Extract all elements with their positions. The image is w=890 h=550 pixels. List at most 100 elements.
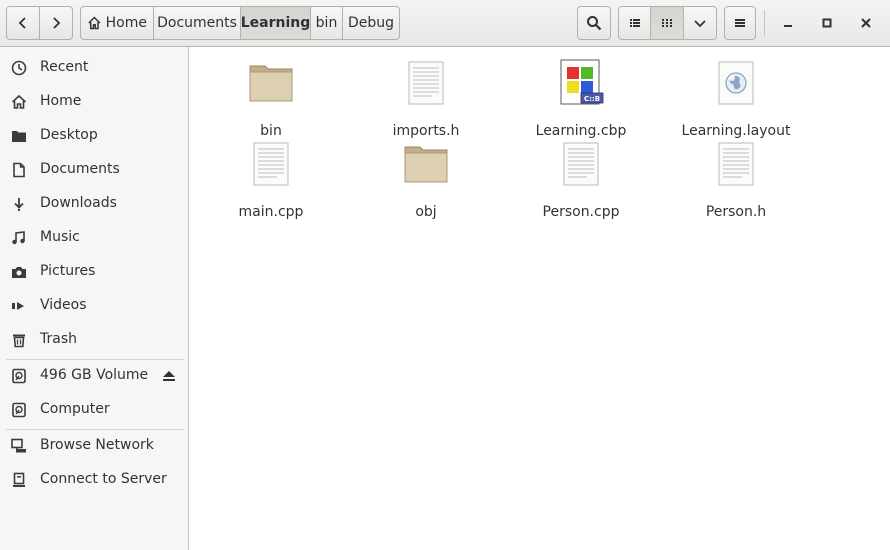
computer-icon: [12, 402, 26, 418]
sidebar-item-computer[interactable]: Computer: [0, 393, 188, 427]
text-file-icon: [253, 142, 289, 186]
sidebar-item-label: Music: [40, 229, 80, 245]
forward-button[interactable]: [39, 6, 73, 40]
breadcrumb-home[interactable]: Home: [80, 6, 154, 40]
breadcrumb-bin[interactable]: bin: [310, 6, 343, 40]
file-name: main.cpp: [238, 204, 304, 220]
sidebar-item-label: 496 GB Volume: [40, 367, 149, 383]
file-name: Learning.cbp: [535, 123, 627, 139]
grid-view-button[interactable]: [650, 6, 684, 40]
header-bar: Home Documents Learning bin Debug: [0, 0, 890, 47]
folder-icon: [12, 131, 26, 142]
drive-icon: [12, 368, 26, 384]
home-icon: [11, 94, 27, 109]
video-icon: [12, 302, 24, 310]
sidebar-item-label: Downloads: [40, 195, 117, 211]
clock-icon: [11, 60, 27, 76]
trash-icon: [13, 334, 25, 348]
file-name: obj: [415, 204, 437, 220]
folder-icon: [249, 65, 293, 102]
view-options-button[interactable]: [683, 6, 717, 40]
menu-button[interactable]: [724, 6, 756, 40]
text-file-icon: [718, 142, 754, 186]
breadcrumb-learning[interactable]: Learning: [240, 6, 311, 40]
sidebar-item-music[interactable]: Music: [0, 221, 188, 255]
sidebar-item-recent[interactable]: Recent: [0, 51, 188, 85]
sidebar-item-label: Recent: [40, 59, 89, 75]
server-icon: [13, 472, 25, 487]
eject-icon[interactable]: [162, 369, 176, 383]
sidebar-item-label: Browse Network: [40, 437, 154, 453]
breadcrumb-debug[interactable]: Debug: [342, 6, 400, 40]
file-name: Person.h: [705, 204, 767, 220]
list-view-button[interactable]: [618, 6, 651, 40]
file-item-main-cpp[interactable]: main.cpp: [201, 140, 341, 220]
folder-icon: [404, 146, 448, 183]
music-icon: [12, 231, 25, 245]
sidebar-item-label: Computer: [40, 401, 110, 417]
file-item-obj[interactable]: obj: [356, 140, 496, 220]
breadcrumb-label: Debug: [347, 15, 395, 31]
back-button[interactable]: [6, 6, 40, 40]
network-icon: [11, 438, 26, 453]
minimize-button[interactable]: [775, 10, 801, 36]
document-icon: [13, 162, 25, 178]
sidebar-item-label: Pictures: [40, 263, 96, 279]
breadcrumb-label: bin: [315, 15, 338, 31]
breadcrumb-label: Learning: [240, 15, 311, 31]
sidebar-item-desktop[interactable]: Desktop: [0, 119, 188, 153]
file-view: bin imports.h C::B Learning.cbp Learning…: [190, 47, 890, 550]
home-icon: [88, 16, 101, 30]
file-item-person-cpp[interactable]: Person.cpp: [511, 140, 651, 220]
sidebar-item-label: Desktop: [40, 127, 98, 143]
sidebar-item-label: Videos: [40, 297, 87, 313]
file-name: imports.h: [392, 123, 460, 139]
minimize-icon: [784, 25, 792, 27]
chevron-left-icon: [18, 17, 26, 29]
sidebar-item-browse-network[interactable]: Browse Network: [0, 429, 188, 463]
close-button[interactable]: [853, 10, 879, 36]
grid-view-icon: [662, 19, 672, 27]
breadcrumb-label: Documents: [157, 15, 237, 31]
sidebar-item-pictures[interactable]: Pictures: [0, 255, 188, 289]
sidebar-item-connect-to-server[interactable]: Connect to Server: [0, 463, 188, 497]
sidebar-item-home[interactable]: Home: [0, 85, 188, 119]
file-name: Learning.layout: [681, 123, 791, 139]
file-item-learning-layout[interactable]: Learning.layout: [666, 59, 806, 139]
file-item-learning-cbp[interactable]: C::B Learning.cbp: [511, 59, 651, 139]
sidebar-item-downloads[interactable]: Downloads: [0, 187, 188, 221]
search-icon: [587, 16, 602, 31]
sidebar-item-label: Trash: [40, 331, 77, 347]
hamburger-menu-icon: [735, 19, 745, 27]
maximize-icon: [822, 18, 832, 28]
sidebar-item-label: Home: [40, 93, 82, 109]
svg-text:C::B: C::B: [584, 95, 600, 103]
search-button[interactable]: [577, 6, 611, 40]
file-item-bin[interactable]: bin: [201, 59, 341, 139]
list-view-icon: [629, 19, 640, 27]
breadcrumb-documents[interactable]: Documents: [153, 6, 241, 40]
sidebar-item-videos[interactable]: Videos: [0, 289, 188, 323]
sidebar-item-documents[interactable]: Documents: [0, 153, 188, 187]
file-item-person-h[interactable]: Person.h: [666, 140, 806, 220]
header-separator: [764, 10, 765, 36]
close-icon: [861, 18, 871, 28]
maximize-button[interactable]: [814, 10, 840, 36]
file-name: bin: [260, 123, 282, 139]
breadcrumb-label: Home: [105, 15, 147, 31]
sidebar-item-label: Documents: [40, 161, 120, 177]
file-item-imports-h[interactable]: imports.h: [356, 59, 496, 139]
chevron-down-icon: [694, 20, 706, 28]
sidebar: Recent Home Desktop Documents Downloads …: [0, 47, 189, 550]
sidebar-item-trash[interactable]: Trash: [0, 323, 188, 357]
text-file-icon: [563, 142, 599, 186]
codeblocks-project-icon: C::B: [560, 59, 604, 105]
text-file-icon: [408, 61, 444, 105]
file-name: Person.cpp: [542, 204, 620, 220]
sidebar-item-volume[interactable]: 496 GB Volume: [0, 359, 188, 393]
camera-icon: [12, 267, 26, 278]
chevron-right-icon: [53, 17, 61, 29]
download-icon: [14, 198, 24, 211]
web-file-icon: [718, 61, 754, 105]
sidebar-item-label: Connect to Server: [40, 471, 167, 487]
